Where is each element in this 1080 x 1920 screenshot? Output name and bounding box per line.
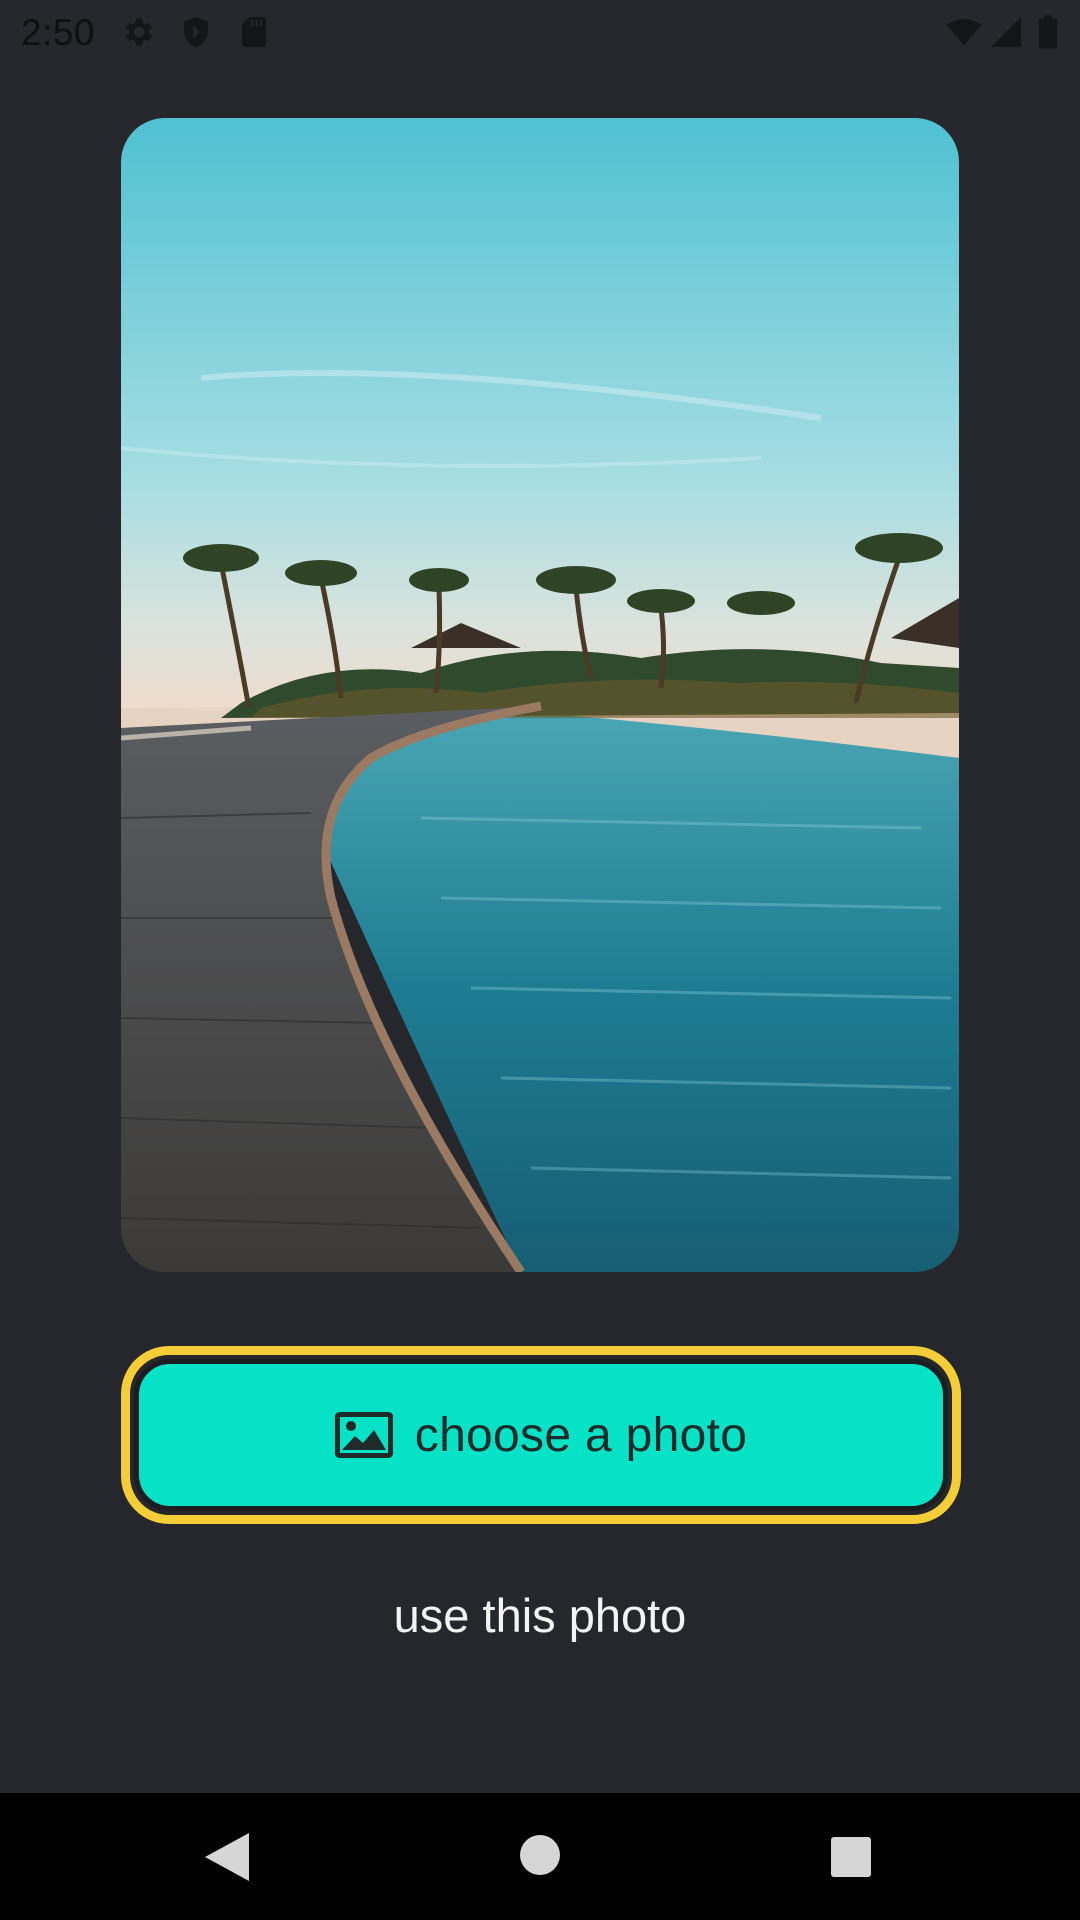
- cell-signal-icon: [988, 14, 1024, 50]
- photo-preview: [121, 118, 959, 1272]
- battery-icon: [1036, 14, 1060, 50]
- home-icon[interactable]: [520, 1835, 560, 1875]
- recents-icon[interactable]: [831, 1837, 871, 1877]
- sd-card-icon: [236, 14, 272, 50]
- status-time: 2:50: [21, 12, 96, 53]
- wifi-icon: [944, 14, 984, 50]
- gear-icon: [121, 14, 157, 50]
- choose-photo-button[interactable]: choose a photo: [134, 1359, 948, 1511]
- navigation-bar: [0, 1793, 1080, 1920]
- use-this-photo-button[interactable]: use this photo: [340, 1580, 740, 1650]
- image-icon: [334, 1412, 393, 1458]
- choose-photo-label: choose a photo: [414, 1408, 748, 1462]
- shield-icon: [178, 14, 214, 50]
- back-icon[interactable]: [205, 1833, 249, 1881]
- status-bar: 2:50: [0, 0, 1080, 63]
